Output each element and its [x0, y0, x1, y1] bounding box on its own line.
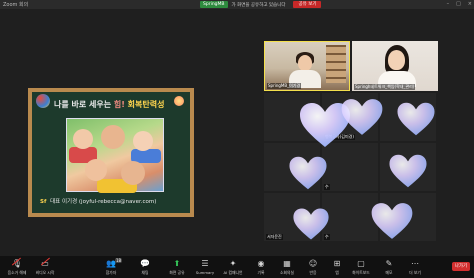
apps-icon: ⊞ — [333, 258, 341, 268]
minimize-icon[interactable]: – — [447, 1, 450, 7]
whiteboard-icon: ▢ — [357, 258, 365, 268]
participant-name: 수 — [324, 234, 330, 240]
participant-tile[interactable] — [264, 93, 320, 141]
participant-tile[interactable] — [380, 93, 436, 141]
share-banner: SpringMB 가 화면을 공유하고 있습니다 공유 보기 — [200, 1, 322, 8]
view-options-button[interactable]: 공유 보기 — [293, 1, 322, 8]
summary-button[interactable]: ☰ Summary — [190, 258, 220, 275]
leave-button[interactable]: 나가기 — [452, 262, 470, 271]
summary-icon: ☰ — [201, 258, 209, 268]
reactions-icon: ☺ — [308, 258, 318, 268]
microphone-muted-icon: 🎙 — [11, 258, 23, 268]
video-off-icon: ▭ — [41, 258, 49, 268]
slide-logo-mark: Sf — [40, 199, 47, 205]
ai-companion-icon: ✦ — [229, 258, 237, 268]
participant-tile[interactable] — [380, 193, 436, 241]
participant-name: 서자윤진 — [266, 234, 283, 240]
mute-button[interactable]: 🎙 음소거 해제 — [2, 258, 32, 276]
participant-name: SpringMB_이기경 — [267, 83, 302, 89]
chat-button[interactable]: 💬 채팅 — [130, 258, 160, 276]
maximize-icon[interactable]: □ — [456, 1, 461, 7]
shared-screen: 나를 바로 세우는 힘! 회복탄력성 Sf 대표 이기경 (joyful-reb… — [28, 88, 194, 217]
notes-icon: ✎ — [385, 258, 393, 268]
more-button[interactable]: ⋯ 더 보기 — [400, 258, 430, 276]
slide-title-part1: 나를 바로 세우는 — [54, 100, 114, 109]
slide-board: 나를 바로 세우는 힘! 회복탄력성 Sf 대표 이기경 (joyful-reb… — [32, 92, 190, 213]
meeting-toolbar: 🎙 음소거 해제 ▭ 비디오 시작 👥 18 참가자 💬 채팅 ⬆ 화면 공유 … — [0, 256, 474, 278]
globe-decoration — [36, 94, 50, 108]
whiteboard-button[interactable]: ▢ 화이트보드 — [346, 258, 376, 276]
participant-tile[interactable]: Springh네트워크_책임(학내_관리) — [352, 41, 438, 91]
title-bar: Zoom 회의 SpringMB 가 화면을 공유하고 있습니다 공유 보기 –… — [0, 0, 474, 9]
slide-title-part2: 힘! — [113, 100, 125, 109]
sharing-status: SpringMB — [200, 1, 228, 8]
participant-tile[interactable] — [380, 143, 436, 191]
window-title: Zoom 회의 — [3, 2, 29, 8]
participant-tile[interactable]: 수 — [322, 193, 378, 241]
chat-icon: 💬 — [140, 258, 150, 268]
participant-tile[interactable]: 서자윤진 — [264, 193, 320, 241]
participant-tile[interactable]: 수 — [322, 143, 378, 191]
slide-title-part3: 회복탄력성 — [124, 100, 165, 109]
participant-tile[interactable]: 행복공사(김미경) — [322, 93, 378, 141]
more-icon: ⋯ — [411, 258, 419, 268]
window-controls: – □ × — [447, 1, 472, 7]
slide-footer: Sf 대표 이기경 (joyful-rebecca@naver.com) — [40, 197, 156, 205]
participant-tile[interactable]: SpringMB_이기경 — [264, 41, 350, 91]
share-screen-icon: ⬆ — [173, 258, 181, 268]
participant-name: 행복공사(김미경) — [324, 134, 355, 140]
participants-button[interactable]: 👥 18 참가자 — [96, 258, 126, 276]
slide-footer-text: 대표 이기경 (joyful-rebecca@naver.com) — [50, 199, 157, 205]
breakout-rooms-icon: ▦ — [283, 258, 291, 268]
video-button[interactable]: ▭ 비디오 시작 — [30, 258, 60, 276]
meeting-stage: 나를 바로 세우는 힘! 회복탄력성 Sf 대표 이기경 (joyful-reb… — [0, 9, 474, 256]
slide-photo — [66, 118, 164, 193]
sharing-message: 가 화면을 공유하고 있습니다 — [231, 2, 286, 8]
sun-decoration — [174, 96, 184, 106]
record-icon: ◉ — [257, 258, 265, 268]
participant-name: Springh네트워크_책임(학내_관리) — [354, 84, 416, 90]
share-screen-button[interactable]: ⬆ 화면 공유 — [162, 258, 192, 276]
ai-companion-button[interactable]: ✦ AI 컴패니언 — [218, 258, 248, 276]
slide-title: 나를 바로 세우는 힘! 회복탄력성 — [54, 99, 164, 110]
participant-tile[interactable] — [264, 143, 320, 191]
close-icon[interactable]: × — [468, 1, 472, 7]
participants-count: 18 — [115, 258, 123, 263]
participant-name: 수 — [324, 184, 330, 190]
